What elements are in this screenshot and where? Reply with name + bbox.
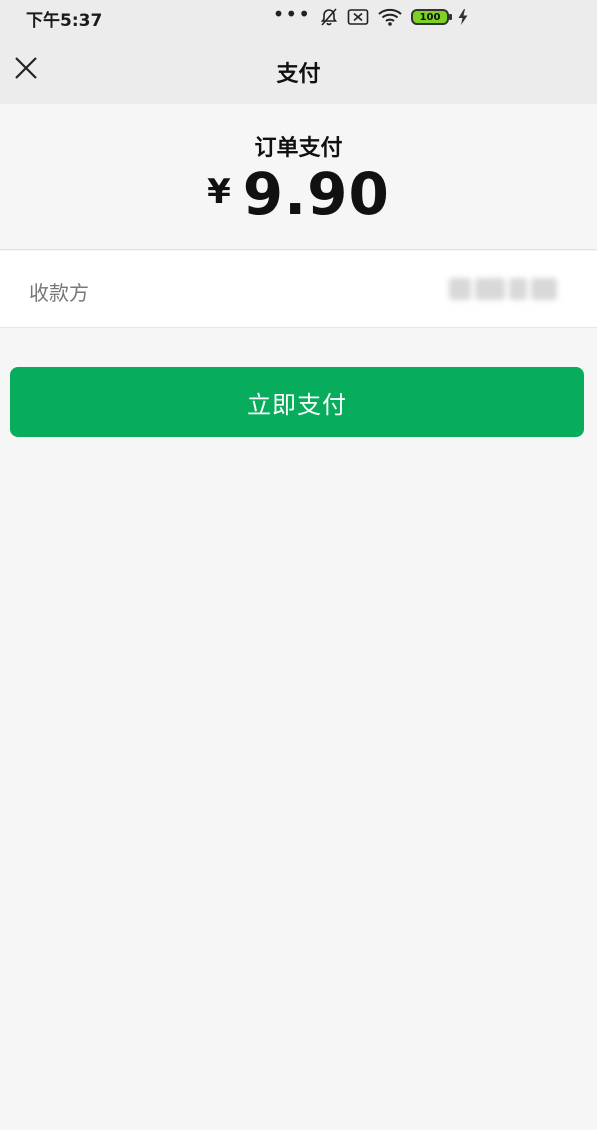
pay-now-button[interactable]: 立即支付 — [10, 367, 584, 437]
pay-now-label: 立即支付 — [247, 390, 347, 419]
battery-icon: 100 — [411, 9, 452, 25]
more-dots-icon: ••• — [272, 2, 311, 26]
charging-bolt-icon — [458, 9, 468, 25]
wifi-icon — [378, 8, 402, 26]
status-bar: 下午5:37 ••• 100 — [0, 0, 597, 34]
payee-name-redacted — [449, 269, 569, 309]
status-icons: ••• 100 — [272, 2, 469, 29]
payee-label: 收款方 — [29, 281, 89, 305]
nav-bar: 支付 — [0, 34, 597, 104]
amount-row: ¥ 9.90 — [0, 160, 597, 228]
currency-symbol: ¥ — [207, 172, 231, 212]
bell-muted-icon — [320, 8, 338, 26]
payment-amount: 9.90 — [242, 160, 390, 228]
status-time: 下午5:37 — [26, 11, 103, 31]
order-label: 订单支付 — [254, 136, 343, 161]
payee-row: 收款方 — [0, 251, 597, 328]
battery-level: 100 — [419, 11, 441, 23]
page-title: 支付 — [276, 62, 321, 87]
sim-off-icon — [347, 9, 369, 25]
amount-section: 订单支付 ¥ 9.90 — [0, 104, 597, 250]
